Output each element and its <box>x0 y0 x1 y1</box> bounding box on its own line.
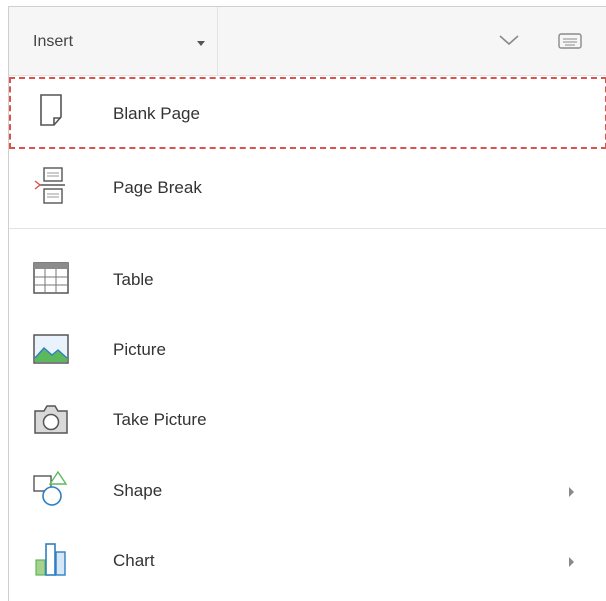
submenu-arrow-icon <box>569 557 574 567</box>
menu-item-label: Blank Page <box>113 104 200 123</box>
submenu-arrow-icon <box>569 487 574 497</box>
camera-icon <box>31 399 71 439</box>
keyboard-button[interactable] <box>555 27 585 55</box>
chart-icon <box>31 538 71 578</box>
menu-item-label: Shape <box>113 481 163 500</box>
menu-item-chart[interactable]: Chart <box>9 524 606 594</box>
menu-item-picture[interactable]: Picture <box>9 314 606 384</box>
keyboard-icon <box>558 33 582 49</box>
ribbon-header: Insert <box>9 7 606 76</box>
collapse-ribbon-button[interactable] <box>494 29 524 53</box>
shape-icon <box>31 468 71 508</box>
menu-item-label: Table <box>113 270 154 289</box>
caret-down-icon <box>197 41 205 46</box>
menu-item-table[interactable]: Table <box>9 244 606 314</box>
menu-item-take-picture[interactable]: Take Picture <box>9 384 606 454</box>
menu-item-shape[interactable]: Shape <box>9 454 606 524</box>
menu-item-blank-page[interactable]: Blank Page <box>9 77 606 149</box>
ribbon-tab-dropdown[interactable]: Insert <box>9 7 218 76</box>
insert-ribbon-panel: Insert Blank Page Page Break Table Pictu… <box>8 6 606 601</box>
page-break-icon <box>31 165 71 205</box>
menu-divider <box>9 228 606 229</box>
menu-item-label: Page Break <box>113 178 202 197</box>
blank-page-icon <box>31 91 71 131</box>
menu-item-label: Chart <box>113 551 155 570</box>
menu-item-label: Take Picture <box>113 410 207 429</box>
table-icon <box>31 259 71 299</box>
chevron-down-icon <box>499 35 519 46</box>
menu-item-page-break[interactable]: Page Break <box>9 149 606 221</box>
picture-icon <box>31 329 71 369</box>
ribbon-tab-label: Insert <box>33 33 74 50</box>
menu-item-label: Picture <box>113 340 166 359</box>
